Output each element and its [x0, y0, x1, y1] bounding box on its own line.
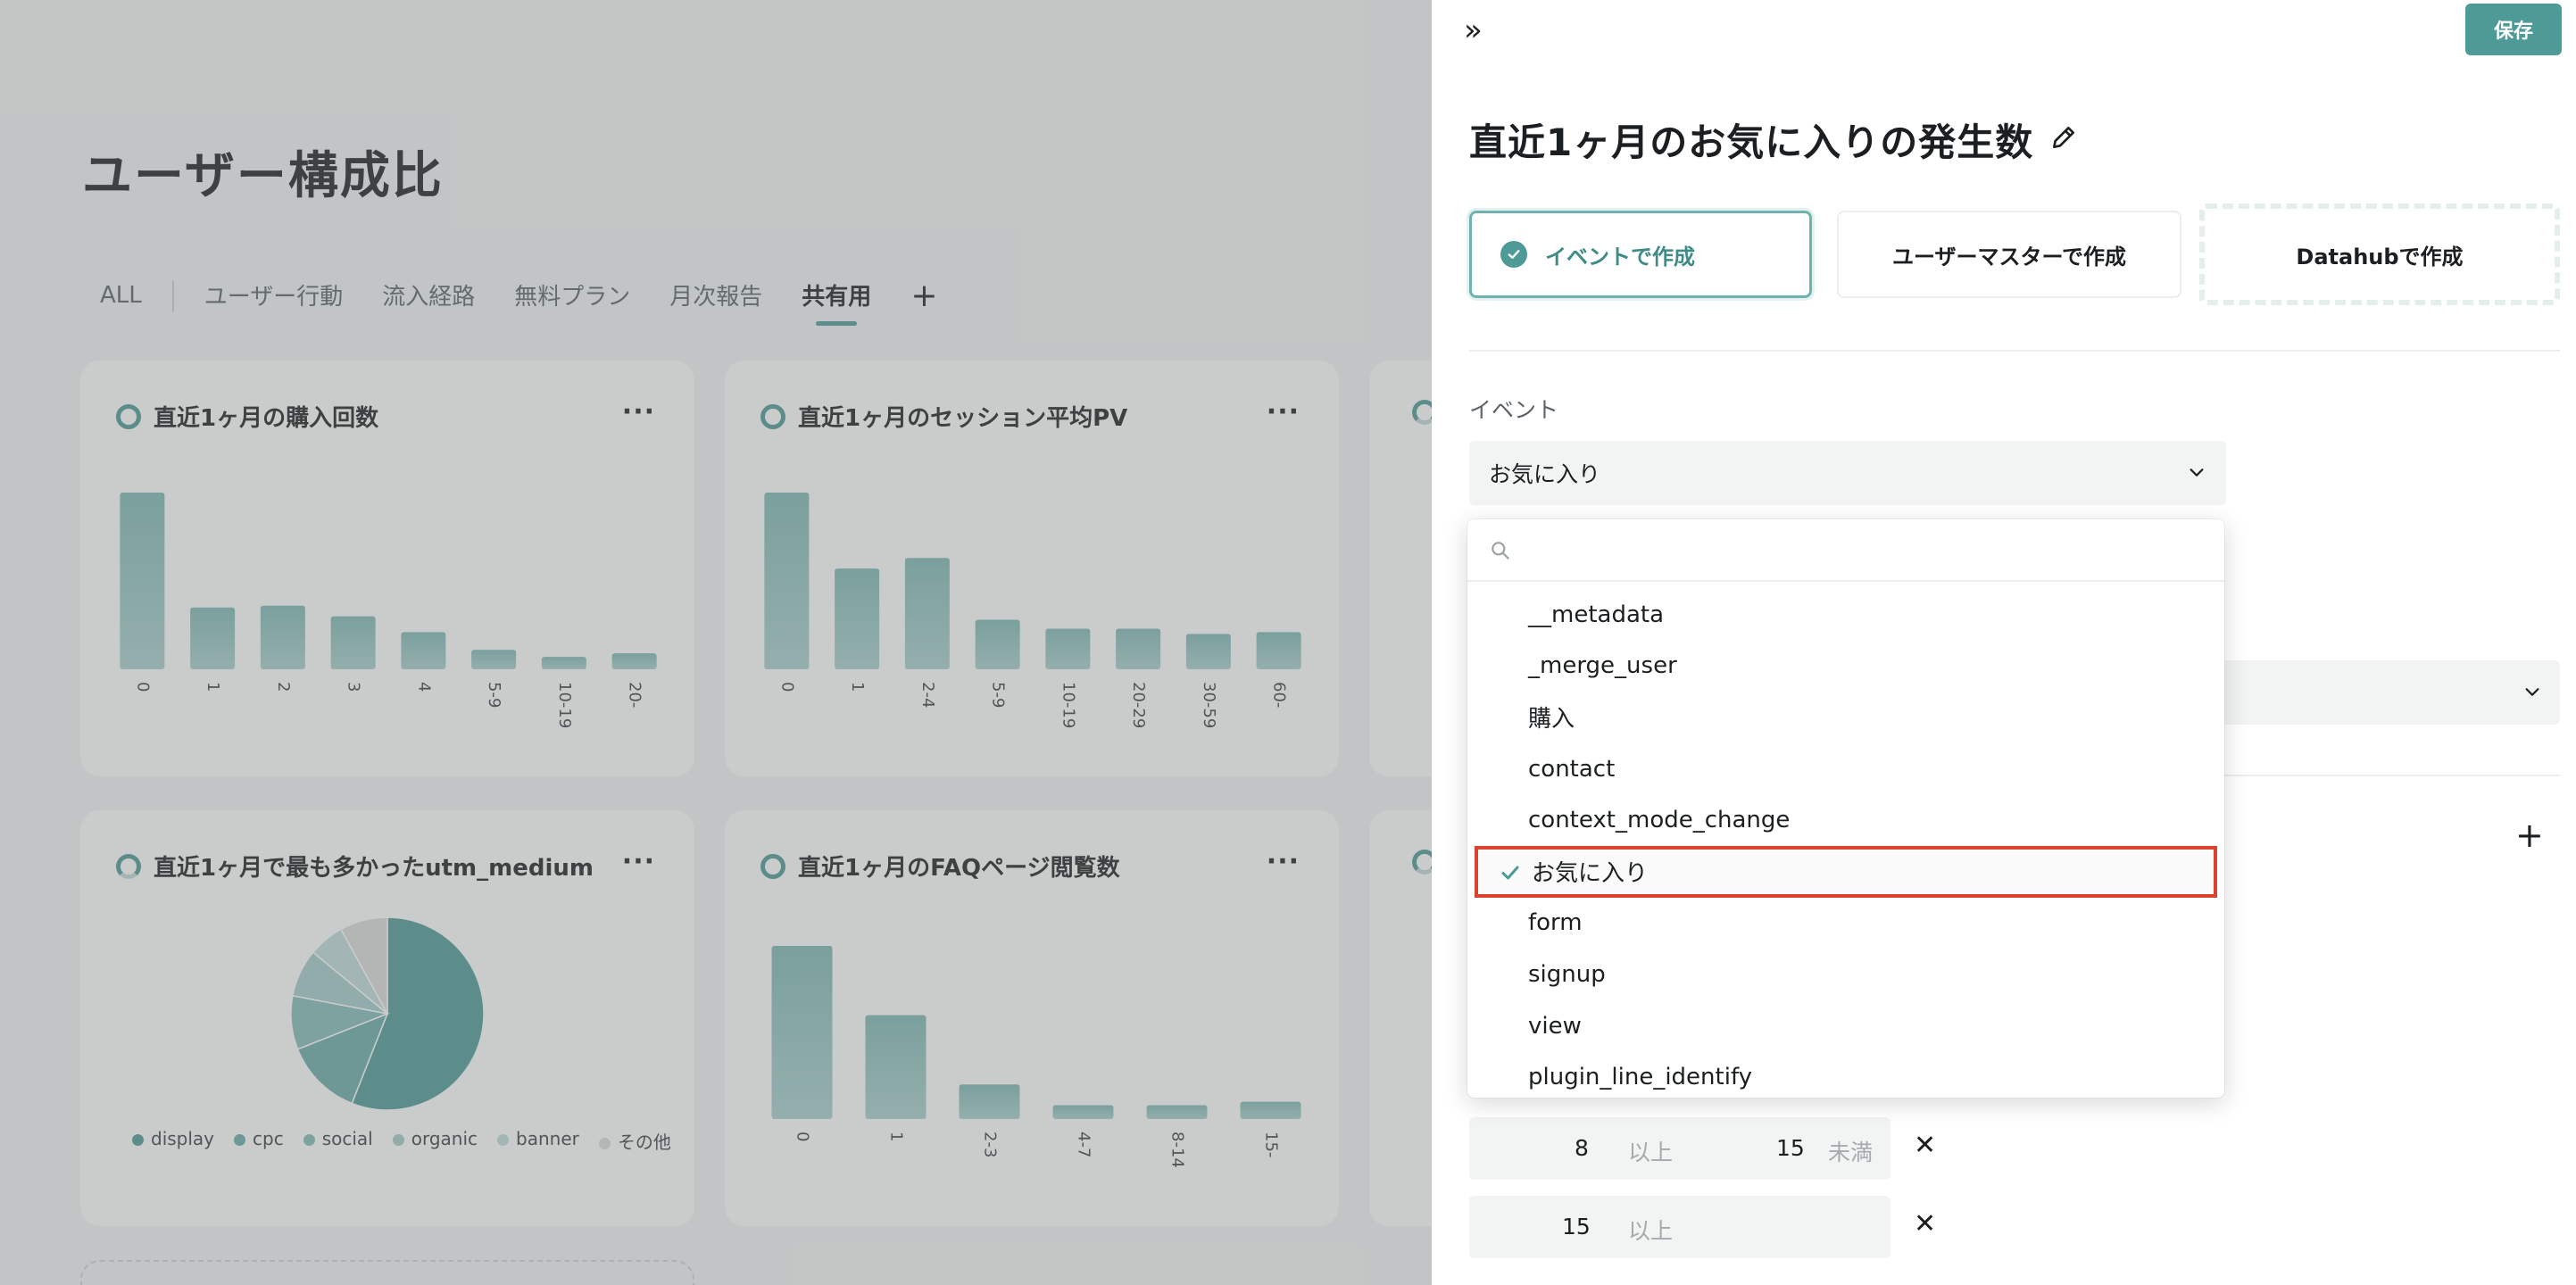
modal-overlay[interactable] — [0, 0, 1432, 1285]
create-by-user-master-button[interactable]: ユーザーマスターで作成 — [1837, 211, 2181, 298]
mode-label: イベントで作成 — [1545, 244, 1695, 269]
range-from-input[interactable]: 15 — [1562, 1214, 1591, 1239]
range-from-unit: 以上 — [1628, 1218, 1674, 1244]
dropdown-options: __metadata _merge_user 購入 contact context_mo… — [1467, 589, 2224, 1098]
range-from-unit: 以上 — [1628, 1140, 1674, 1165]
check-circle-icon — [1500, 241, 1527, 268]
create-by-event-button[interactable]: イベントで作成 — [1469, 211, 1812, 298]
dashboard-background: ユーザー構成比 ALL ユーザー行動 流入経路 無料プラン 月次報告 共有用 +… — [0, 0, 1432, 1285]
chevron-down-icon — [2525, 688, 2539, 696]
create-by-datahub-button[interactable]: Datahubで作成 — [2199, 203, 2560, 305]
dropdown-option-selected[interactable]: お気に入り — [1475, 845, 2217, 898]
dropdown-option[interactable]: 購入 — [1467, 692, 2224, 743]
dropdown-option[interactable]: view — [1467, 1000, 2224, 1052]
dropdown-option[interactable]: _merge_user — [1467, 641, 2224, 692]
save-button[interactable]: 保存 — [2465, 4, 2562, 55]
option-label: form — [1528, 909, 1583, 937]
dropdown-option[interactable]: __metadata — [1467, 589, 2224, 641]
event-select-value: お気に入り — [1489, 461, 1601, 487]
range-row[interactable]: 15 以上 — [1469, 1196, 1890, 1258]
range-to-unit: 未満 — [1828, 1140, 1874, 1165]
range-row[interactable]: 8 以上 15 未満 — [1469, 1117, 1890, 1180]
option-label: contact — [1528, 755, 1616, 783]
mode-label: ユーザーマスターで作成 — [1891, 244, 2127, 269]
dropdown-option[interactable]: contact — [1467, 743, 2224, 795]
option-label: _merge_user — [1528, 652, 1677, 680]
option-label: signup — [1528, 960, 1606, 988]
option-label: 購入 — [1528, 706, 1575, 734]
range-to-input[interactable]: 15 — [1776, 1135, 1805, 1161]
add-range-button[interactable]: + — [2515, 816, 2544, 855]
option-label: お気に入り — [1532, 860, 1649, 888]
mode-label: Datahubで作成 — [2296, 244, 2464, 269]
check-icon — [1501, 866, 1519, 880]
dropdown-option[interactable]: signup — [1467, 949, 2224, 1000]
remove-range-icon[interactable]: ✕ — [1914, 1208, 1936, 1239]
chevron-down-icon — [2190, 468, 2204, 477]
secondary-select[interactable] — [2199, 660, 2560, 725]
range-from-input[interactable]: 8 — [1575, 1135, 1589, 1161]
event-dropdown: __metadata _merge_user 購入 contact context_mo… — [1467, 519, 2224, 1098]
option-label: plugin_line_identify — [1528, 1064, 1753, 1091]
event-select[interactable]: お気に入り — [1469, 441, 2226, 505]
option-label: context_mode_change — [1528, 807, 1791, 834]
dropdown-option[interactable]: context_mode_change — [1467, 794, 2224, 846]
chart-title: 直近1ヶ月のお気に入りの発生数 — [1469, 120, 2034, 164]
option-label: __metadata — [1528, 601, 1665, 628]
collapse-panel-icon[interactable]: » — [1464, 12, 1483, 48]
remove-range-icon[interactable]: ✕ — [1914, 1130, 1936, 1161]
pencil-edit-icon[interactable] — [2049, 123, 2078, 152]
dropdown-search-input[interactable] — [1467, 519, 2224, 582]
event-field-label: イベント — [1469, 397, 1559, 423]
dropdown-option[interactable]: form — [1467, 898, 2224, 949]
divider — [1469, 350, 2560, 352]
dropdown-option[interactable]: plugin_line_identify — [1467, 1051, 2224, 1098]
search-icon — [1492, 542, 1509, 560]
option-label: view — [1528, 1012, 1582, 1040]
